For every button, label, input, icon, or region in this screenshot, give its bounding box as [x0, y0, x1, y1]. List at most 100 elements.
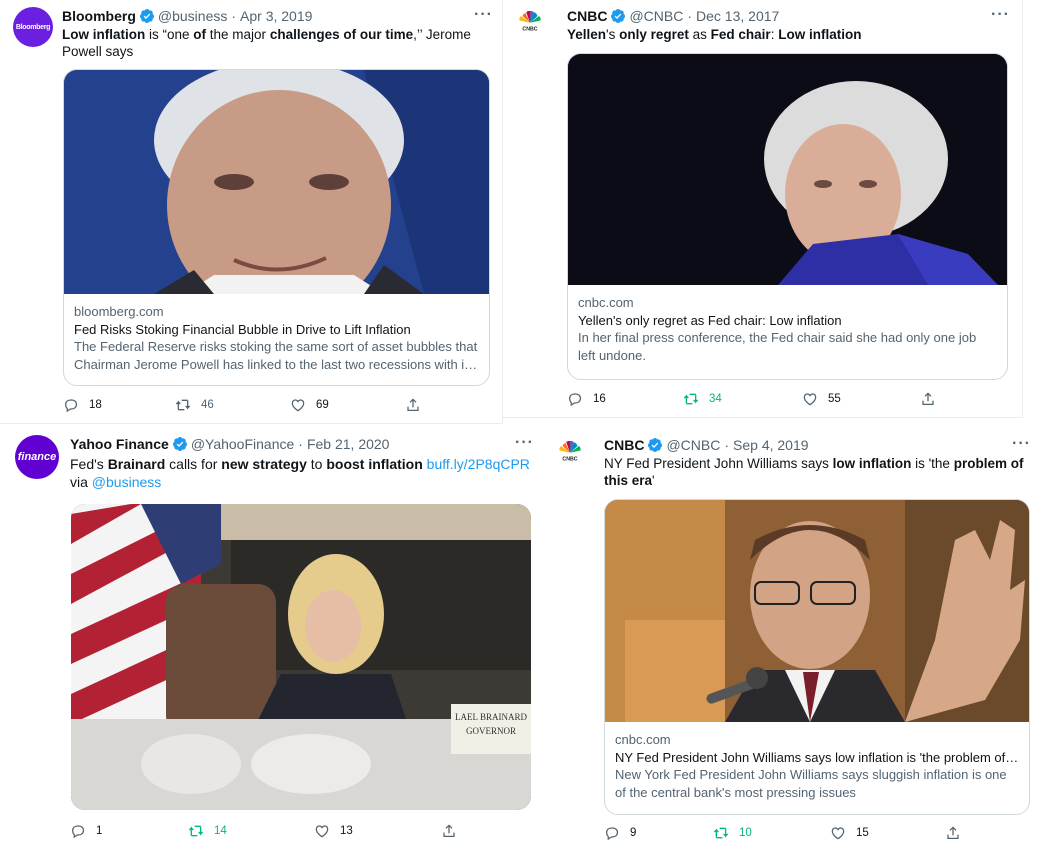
tweet-date[interactable]: Feb 21, 2020 — [307, 436, 390, 452]
card-title[interactable]: NY Fed President John Williams says low … — [615, 749, 1019, 767]
bloomberg-avatar-text: Bloomberg — [15, 23, 51, 31]
text-segment: is 'the — [911, 456, 954, 471]
yahoo-avatar-text: finance — [17, 451, 57, 463]
tweet-text: Low inflation is “one of the major chall… — [62, 26, 492, 60]
author-name[interactable]: Bloomberg — [62, 8, 136, 24]
card-image-yellen[interactable] — [568, 54, 1007, 285]
tweet-text: Yellen's only regret as Fed chair: Low i… — [567, 26, 1007, 43]
link-card[interactable]: cnbc.com NY Fed President John Williams … — [604, 499, 1030, 815]
author-handle[interactable]: @YahooFinance — [191, 436, 294, 452]
share-button[interactable] — [920, 390, 936, 408]
reply-button[interactable]: 1 — [70, 822, 102, 840]
share-icon — [920, 391, 936, 407]
retweet-count: 34 — [709, 393, 722, 405]
mention-link[interactable]: @business — [92, 474, 161, 490]
tweet-header: Bloomberg @business · Apr 3, 2019 — [62, 7, 312, 25]
tweet-cnbc-williams[interactable]: CNBC @CNBC · Sep 4, 2019 ··· NY Fed Pres… — [545, 424, 1041, 854]
bloomberg-avatar[interactable]: Bloomberg — [13, 7, 53, 47]
card-description: New York Fed President John Williams say… — [615, 767, 1007, 800]
tweet-date[interactable]: Dec 13, 2017 — [696, 8, 779, 24]
card-title[interactable]: Fed Risks Stoking Financial Bubble in Dr… — [74, 321, 479, 339]
text-bold: only regret — [619, 27, 689, 42]
card-meta: cnbc.com Yellen's only regret as Fed cha… — [568, 285, 1007, 364]
author-handle[interactable]: @CNBC — [629, 8, 683, 24]
brainard-photo-illustration: LAEL BRAINARD GOVERNOR — [71, 504, 531, 810]
text-bold: challenges of our time — [269, 27, 414, 42]
card-meta: cnbc.com NY Fed President John Williams … — [605, 722, 1029, 801]
share-button[interactable] — [441, 822, 457, 840]
text-bold: boost inflation — [326, 456, 423, 472]
reply-count: 16 — [593, 393, 606, 405]
author-name[interactable]: Yahoo Finance — [70, 436, 169, 452]
retweet-icon — [175, 397, 191, 413]
cnbc-avatar[interactable] — [557, 441, 593, 471]
like-button[interactable]: 69 — [290, 396, 329, 414]
card-domain: bloomberg.com — [74, 304, 164, 319]
text-segment: ' — [652, 473, 655, 488]
like-count: 13 — [340, 825, 353, 837]
yahoo-finance-avatar[interactable]: finance — [15, 435, 59, 479]
link-card[interactable]: cnbc.com Yellen's only regret as Fed cha… — [567, 53, 1008, 380]
text-segment: 's — [606, 27, 620, 42]
text-segment: the major — [206, 27, 270, 42]
tweet-link[interactable]: buff.ly/2P8qCPR — [427, 456, 530, 472]
share-button[interactable] — [945, 824, 961, 842]
like-icon — [314, 823, 330, 839]
tweet-cnbc-yellen[interactable]: CNBC @CNBC · Dec 13, 2017 ··· Yellen's o… — [503, 0, 1023, 418]
reply-button[interactable]: 18 — [63, 396, 102, 414]
text-segment: as — [688, 27, 711, 42]
separator-dot: · — [231, 8, 237, 24]
verified-badge-icon — [172, 436, 188, 452]
card-title[interactable]: Yellen's only regret as Fed chair: Low i… — [578, 312, 997, 330]
text-bold: low inflation — [832, 456, 912, 471]
separator-dot: · — [724, 437, 730, 453]
author-name[interactable]: CNBC — [567, 8, 607, 24]
verified-badge-icon — [610, 8, 626, 24]
reply-icon — [63, 397, 79, 413]
retweet-button[interactable]: 34 — [683, 390, 722, 408]
author-name[interactable]: CNBC — [604, 437, 644, 453]
card-image-powell[interactable] — [64, 70, 489, 294]
tweet-date[interactable]: Sep 4, 2019 — [733, 437, 809, 453]
more-options-icon[interactable]: ··· — [515, 434, 534, 452]
svg-text:LAEL BRAINARD: LAEL BRAINARD — [455, 712, 527, 722]
more-options-icon[interactable]: ··· — [474, 6, 493, 24]
tweet-date[interactable]: Apr 3, 2019 — [240, 8, 312, 24]
yellen-photo-illustration — [568, 54, 1007, 285]
link-card[interactable]: bloomberg.com Fed Risks Stoking Financia… — [63, 69, 490, 386]
text-bold: new strategy — [221, 456, 307, 472]
reply-button[interactable]: 16 — [567, 390, 606, 408]
tweet-header: Yahoo Finance @YahooFinance · Feb 21, 20… — [70, 435, 389, 453]
like-button[interactable]: 15 — [830, 824, 869, 842]
tweet-bloomberg[interactable]: Bloomberg Bloomberg @business · Apr 3, 2… — [0, 0, 503, 424]
like-icon — [802, 391, 818, 407]
cnbc-avatar[interactable] — [517, 11, 553, 41]
share-button[interactable] — [405, 396, 421, 414]
tweet-header: CNBC @CNBC · Dec 13, 2017 — [567, 7, 779, 25]
separator-dot: · — [298, 436, 303, 452]
more-options-icon[interactable]: ··· — [1012, 435, 1031, 453]
retweet-button[interactable]: 10 — [713, 824, 752, 842]
card-domain: cnbc.com — [578, 295, 634, 310]
card-description: The Federal Reserve risks stoking the sa… — [74, 339, 478, 372]
card-image-williams[interactable] — [605, 500, 1029, 722]
reply-count: 1 — [96, 825, 103, 837]
more-options-icon[interactable]: ··· — [991, 6, 1010, 24]
like-count: 15 — [856, 827, 869, 839]
reply-button[interactable]: 9 — [604, 824, 636, 842]
like-icon — [830, 825, 846, 841]
author-handle[interactable]: @CNBC — [666, 437, 720, 453]
share-icon — [405, 397, 421, 413]
retweet-button[interactable]: 46 — [175, 396, 214, 414]
like-button[interactable]: 55 — [802, 390, 841, 408]
williams-photo-illustration — [605, 500, 1029, 722]
like-button[interactable]: 13 — [314, 822, 353, 840]
text-bold: Yellen — [567, 27, 607, 42]
author-handle[interactable]: @business — [158, 8, 227, 24]
tweet-yahoo-finance[interactable]: finance Yahoo Finance @YahooFinance · Fe… — [0, 424, 545, 854]
reply-count: 9 — [630, 827, 637, 839]
retweet-button[interactable]: 14 — [188, 822, 227, 840]
text-bold: of — [193, 27, 207, 42]
cnbc-peacock-logo-icon — [557, 441, 593, 471]
tweet-photo-brainard[interactable]: LAEL BRAINARD GOVERNOR — [71, 504, 531, 810]
